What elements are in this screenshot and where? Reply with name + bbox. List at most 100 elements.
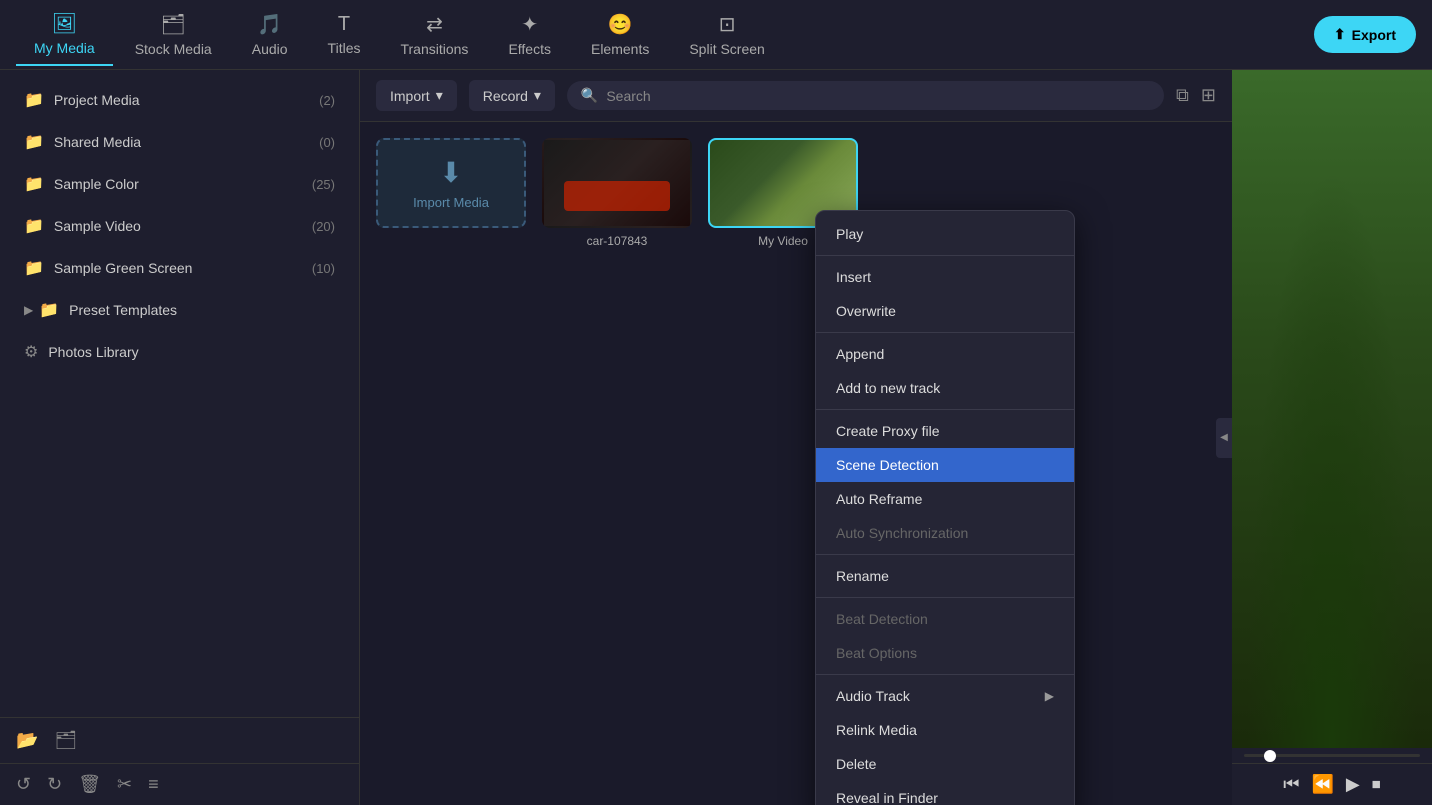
stop-button[interactable]: ⏹ bbox=[1372, 774, 1381, 795]
top-navigation: 🖼 My Media 🗂 Stock Media 🎵 Audio T Title… bbox=[0, 0, 1432, 70]
play-button[interactable]: ▶ bbox=[1346, 774, 1360, 795]
toolbar-right-icons: ⧉ ⊞ bbox=[1176, 85, 1216, 106]
filter-icon[interactable]: ⧉ bbox=[1176, 85, 1189, 106]
ctx-scene-detection[interactable]: Scene Detection bbox=[816, 448, 1074, 482]
sidebar-item-project-media[interactable]: 📁 Project Media (2) bbox=[8, 80, 351, 120]
sidebar-label-sample-video: Sample Video bbox=[54, 218, 141, 234]
progress-bar[interactable] bbox=[1244, 754, 1420, 757]
nav-item-audio[interactable]: 🎵 Audio bbox=[234, 4, 306, 65]
nav-item-stock-media[interactable]: 🗂 Stock Media bbox=[117, 4, 230, 65]
ctx-auto-reframe[interactable]: Auto Reframe bbox=[816, 482, 1074, 516]
redo-icon[interactable]: ↻ bbox=[47, 774, 62, 795]
ctx-add-to-new-track[interactable]: Add to new track bbox=[816, 371, 1074, 405]
nav-label-effects: Effects bbox=[508, 41, 551, 57]
context-menu: Play Insert Overwrite Append Add to new … bbox=[815, 210, 1075, 805]
search-icon: 🔍 bbox=[581, 87, 598, 104]
import-dropdown-icon: ▾ bbox=[436, 87, 443, 104]
sidebar-item-sample-video[interactable]: 📁 Sample Video (20) bbox=[8, 206, 351, 246]
nav-item-my-media[interactable]: 🖼 My Media bbox=[16, 3, 113, 66]
car-media-item[interactable]: car-107843 bbox=[542, 138, 692, 248]
sidebar-count-sample-video: (20) bbox=[312, 219, 335, 234]
sidebar-item-preset-templates[interactable]: ▶ 📁 Preset Templates bbox=[8, 290, 351, 330]
nav-label-my-media: My Media bbox=[34, 40, 95, 56]
export-icon: ⬆ bbox=[1334, 26, 1346, 43]
ctx-append[interactable]: Append bbox=[816, 337, 1074, 371]
ctx-audio-track[interactable]: Audio Track ▶ bbox=[816, 679, 1074, 713]
folder-icon-shared: 📁 bbox=[24, 132, 44, 152]
nav-items: 🖼 My Media 🗂 Stock Media 🎵 Audio T Title… bbox=[16, 3, 1314, 66]
titles-icon: T bbox=[338, 13, 350, 36]
audio-track-arrow: ▶ bbox=[1045, 689, 1054, 703]
ctx-divider-4 bbox=[816, 554, 1074, 555]
export-button[interactable]: ⬆ Export bbox=[1314, 16, 1416, 53]
sidebar: 📁 Project Media (2) 📁 Shared Media (0) 📁… bbox=[0, 70, 360, 805]
folder-icon-sample-green: 📁 bbox=[24, 258, 44, 278]
ctx-delete[interactable]: Delete bbox=[816, 747, 1074, 781]
import-thumb[interactable]: ⬇ Import Media bbox=[376, 138, 526, 228]
sidebar-item-sample-green[interactable]: 📁 Sample Green Screen (10) bbox=[8, 248, 351, 288]
ctx-create-proxy[interactable]: Create Proxy file bbox=[816, 414, 1074, 448]
ctx-divider-2 bbox=[816, 332, 1074, 333]
cut-icon[interactable]: ✂ bbox=[117, 774, 132, 795]
sidebar-label-sample-color: Sample Color bbox=[54, 176, 139, 192]
nav-item-split-screen[interactable]: ⊡ Split Screen bbox=[671, 4, 782, 65]
my-media-icon: 🖼 bbox=[52, 11, 77, 36]
export-label: Export bbox=[1352, 27, 1396, 43]
sidebar-count-sample-green: (10) bbox=[312, 261, 335, 276]
new-folder-icon[interactable]: 📂 bbox=[16, 730, 38, 751]
ctx-overwrite[interactable]: Overwrite bbox=[816, 294, 1074, 328]
ctx-divider-3 bbox=[816, 409, 1074, 410]
ctx-beat-options: Beat Options bbox=[816, 636, 1074, 670]
sidebar-item-photos-library[interactable]: ⚙ Photos Library bbox=[8, 332, 351, 372]
grid-view-icon[interactable]: ⊞ bbox=[1201, 85, 1216, 106]
nav-label-audio: Audio bbox=[252, 41, 288, 57]
prev-frame-button[interactable]: ⏮ bbox=[1283, 774, 1299, 795]
record-button[interactable]: Record ▾ bbox=[469, 80, 555, 111]
nav-label-titles: Titles bbox=[328, 40, 361, 56]
preview-background bbox=[1232, 70, 1432, 748]
sidebar-count-project-media: (2) bbox=[319, 93, 335, 108]
nav-item-transitions[interactable]: ⇄ Transitions bbox=[382, 4, 486, 65]
collapse-preview-handle[interactable]: ◀ bbox=[1216, 418, 1232, 458]
ctx-relink-media[interactable]: Relink Media bbox=[816, 713, 1074, 747]
preview-video bbox=[1232, 70, 1432, 748]
elements-icon: 😊 bbox=[608, 12, 633, 37]
ctx-insert[interactable]: Insert bbox=[816, 260, 1074, 294]
open-folder-icon[interactable]: 🗂 bbox=[54, 730, 77, 751]
nav-item-elements[interactable]: 😊 Elements bbox=[573, 4, 667, 65]
nav-item-titles[interactable]: T Titles bbox=[310, 5, 379, 64]
adjust-icon[interactable]: ≡ bbox=[148, 774, 159, 795]
my-video-label: My Video bbox=[758, 234, 808, 248]
import-media-label: Import Media bbox=[413, 195, 489, 210]
step-back-button[interactable]: ⏪ bbox=[1311, 774, 1333, 795]
ctx-play[interactable]: Play bbox=[816, 217, 1074, 251]
media-area: Import ▾ Record ▾ 🔍 Search ⧉ ⊞ ⬇ I bbox=[360, 70, 1232, 805]
sidebar-label-sample-green: Sample Green Screen bbox=[54, 260, 193, 276]
import-label: Import bbox=[390, 88, 430, 104]
ctx-divider-5 bbox=[816, 597, 1074, 598]
sidebar-count-shared-media: (0) bbox=[319, 135, 335, 150]
preview-area: ⏮ ⏪ ▶ ⏹ bbox=[1232, 70, 1432, 805]
sidebar-item-shared-media[interactable]: 📁 Shared Media (0) bbox=[8, 122, 351, 162]
import-button[interactable]: Import ▾ bbox=[376, 80, 457, 111]
sidebar-item-sample-color[interactable]: 📁 Sample Color (25) bbox=[8, 164, 351, 204]
folder-icon-sample-color: 📁 bbox=[24, 174, 44, 194]
main-area: 📁 Project Media (2) 📁 Shared Media (0) 📁… bbox=[0, 70, 1432, 805]
split-screen-icon: ⊡ bbox=[719, 12, 736, 37]
delete-icon[interactable]: 🗑 bbox=[78, 774, 101, 795]
progress-dot[interactable] bbox=[1264, 750, 1276, 762]
undo-icon[interactable]: ↺ bbox=[16, 774, 31, 795]
import-media-item[interactable]: ⬇ Import Media bbox=[376, 138, 526, 248]
ctx-reveal-in-finder[interactable]: Reveal in Finder bbox=[816, 781, 1074, 805]
record-dropdown-icon: ▾ bbox=[534, 87, 541, 104]
sidebar-bottom: 📂 🗂 bbox=[0, 717, 359, 763]
folder-icon-project: 📁 bbox=[24, 90, 44, 110]
car-thumb[interactable] bbox=[542, 138, 692, 228]
progress-bar-area[interactable] bbox=[1232, 748, 1432, 763]
nav-item-effects[interactable]: ✦ Effects bbox=[490, 4, 569, 65]
gear-icon-photos: ⚙ bbox=[24, 342, 38, 362]
chevron-right-icon: ▶ bbox=[24, 303, 33, 317]
ctx-rename[interactable]: Rename bbox=[816, 559, 1074, 593]
ctx-divider-6 bbox=[816, 674, 1074, 675]
search-box[interactable]: 🔍 Search bbox=[567, 81, 1164, 110]
